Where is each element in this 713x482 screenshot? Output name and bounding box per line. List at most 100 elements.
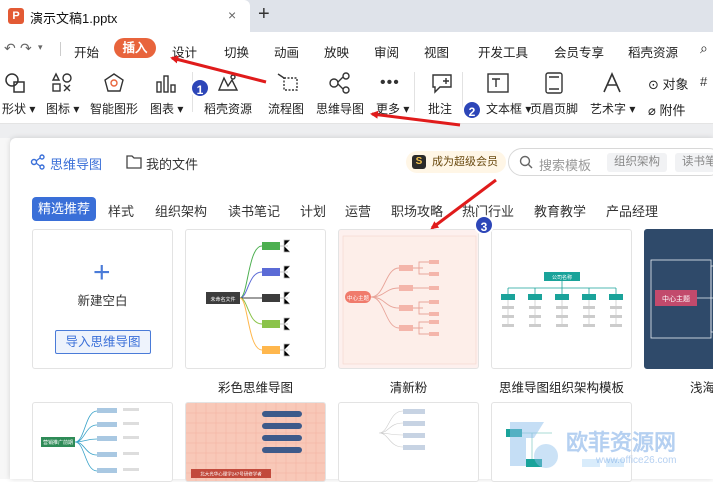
redo-icon[interactable]: ↷: [20, 40, 32, 57]
toolbar-item-chart[interactable]: 图表 ▾: [150, 100, 183, 117]
tab-design[interactable]: 设计: [172, 42, 197, 61]
category-plan[interactable]: 计划: [300, 201, 326, 220]
undo-icon[interactable]: ↶: [4, 40, 16, 57]
shapes-icon[interactable]: [4, 72, 28, 94]
folder-icon: [126, 155, 142, 169]
search-icon[interactable]: ⌕: [700, 40, 708, 57]
category-workplace[interactable]: 职场攻略: [391, 201, 443, 220]
category-featured[interactable]: 精选推荐: [32, 197, 97, 221]
import-mind-map-button[interactable]: 导入思维导图: [55, 330, 151, 354]
flowchart-icon[interactable]: [276, 72, 300, 94]
become-super-member-button[interactable]: S 成为超级会员: [406, 151, 506, 173]
nav-mind-map[interactable]: 思维导图: [50, 154, 102, 173]
toolbar-item-attachment[interactable]: ⌀ 附件: [648, 100, 685, 119]
thumb-center-text: 未命名文件: [210, 296, 235, 303]
template-card-fresh-pink[interactable]: 中心主题: [338, 229, 479, 369]
toolbar-item-header-footer[interactable]: 页眉页脚: [530, 100, 578, 117]
watermark-logo-icon: [510, 422, 558, 468]
tab-developer[interactable]: 开发工具: [478, 42, 528, 61]
tab-view[interactable]: 视图: [424, 42, 449, 61]
step-callout-2: 2: [462, 100, 482, 120]
header-footer-icon[interactable]: [542, 72, 566, 94]
toolbar-item-text-box[interactable]: 文本框 ▾: [486, 100, 531, 117]
new-blank-card[interactable]: + 新建空白 导入思维导图: [32, 229, 173, 369]
template-name: 思维导图组织架构模板: [498, 381, 624, 395]
search-suggestion-chip[interactable]: 读书笔记: [675, 153, 713, 172]
category-style[interactable]: 样式: [108, 201, 134, 220]
toolbar-item-word-art[interactable]: 艺术字 ▾: [590, 100, 635, 117]
close-tab-icon[interactable]: ×: [228, 7, 236, 23]
search-input[interactable]: 搜索模板: [539, 155, 591, 174]
toolbar-item-comment[interactable]: 批注: [428, 100, 452, 117]
template-name: 清新粉: [389, 381, 428, 395]
mind-map-icon[interactable]: [328, 72, 352, 94]
template-thumbnail: 未命名文件: [206, 239, 290, 357]
category-product-manager[interactable]: 产品经理: [606, 201, 658, 220]
category-education[interactable]: 教育教学: [534, 201, 586, 220]
toolbar-label: 更多: [376, 102, 401, 116]
insert-toolbar: 形状 ▾ 图标 ▾ 智能图形 图表 ▾ 稻壳资源 流程图 思维导图 ••• 更多…: [0, 64, 713, 124]
tab-home[interactable]: 开始: [74, 42, 99, 61]
toolbar-item-shapes[interactable]: 形状 ▾: [2, 100, 35, 117]
window-tab-bar: P 演示文稿1.pptx × +: [0, 0, 713, 32]
tab-transition[interactable]: 切换: [224, 42, 249, 61]
toolbar-label: 对象: [662, 77, 689, 92]
search-suggestion-chip[interactable]: 组织架构: [607, 153, 667, 172]
tab-animation[interactable]: 动画: [274, 42, 299, 61]
template-card-colorful[interactable]: 未命名文件: [185, 229, 326, 369]
toolbar-item-smart-graphic[interactable]: 智能图形: [90, 100, 138, 117]
word-art-icon[interactable]: [600, 72, 624, 94]
thumb-center-text: 中心主题: [347, 294, 370, 302]
toolbar-item-flowchart[interactable]: 流程图: [268, 100, 304, 117]
template-search-box[interactable]: 搜索模板 组织架构 读书笔记: [508, 148, 713, 176]
chart-icon[interactable]: [154, 72, 178, 94]
attachment-icon: ⌀: [648, 103, 656, 118]
chevron-down-icon[interactable]: ▾: [38, 42, 43, 53]
template-card-org-chart[interactable]: 公司名称: [491, 229, 632, 369]
category-reading-notes[interactable]: 读书笔记: [228, 201, 280, 220]
template-thumbnail: [378, 409, 425, 450]
watermark-url: www.office26.com: [596, 455, 677, 466]
toolbar-label: 形状: [2, 102, 27, 116]
text-box-icon[interactable]: [486, 72, 510, 94]
vip-label: 成为超级会员: [432, 156, 498, 168]
slide-thumbnail-strip: [0, 138, 10, 479]
category-org-chart[interactable]: 组织架构: [155, 201, 207, 220]
search-icon: [519, 155, 533, 169]
template-thumbnail: 中心主题: [342, 235, 477, 365]
smart-graphic-icon[interactable]: [102, 72, 126, 94]
plus-icon: +: [93, 256, 111, 289]
template-card-shallow-sea[interactable]: 中心主题: [644, 229, 713, 369]
toolbar-label: 附件: [659, 103, 686, 118]
docer-resources-icon[interactable]: [216, 72, 240, 94]
toolbar-item-more[interactable]: 更多 ▾: [376, 100, 409, 117]
template-card[interactable]: 北大光华心理学247号研修学者: [185, 402, 326, 482]
toolbar-item-docer-resources[interactable]: 稻壳资源: [204, 100, 252, 117]
step-callout-1: 1: [190, 78, 210, 98]
template-card[interactable]: 营销推广前期: [32, 402, 173, 482]
presentation-file-icon: P: [8, 8, 24, 24]
divider: [60, 42, 61, 56]
tab-slideshow[interactable]: 放映: [324, 42, 349, 61]
document-tab[interactable]: P 演示文稿1.pptx ×: [0, 0, 250, 32]
more-object-icon[interactable]: #: [700, 74, 707, 89]
template-card[interactable]: [338, 402, 479, 482]
tab-insert[interactable]: 插入: [114, 38, 156, 58]
toolbar-item-object[interactable]: ⊙ 对象: [648, 74, 689, 93]
category-operations[interactable]: 运营: [345, 201, 371, 220]
comment-icon[interactable]: [430, 72, 454, 94]
nav-my-files[interactable]: 我的文件: [146, 154, 198, 173]
more-icon[interactable]: •••: [380, 74, 400, 92]
thumb-center-text: 北大光华心理学247号研修学者: [200, 471, 262, 478]
toolbar-item-mind-map[interactable]: 思维导图: [316, 100, 364, 117]
divider: [414, 72, 415, 112]
tab-review[interactable]: 审阅: [374, 42, 399, 61]
ribbon-tab-row: ↶ ↷ ▾ 开始 插入 设计 切换 动画 放映 审阅 视图 开发工具 会员专享 …: [0, 32, 713, 64]
tab-member[interactable]: 会员专享: [554, 42, 604, 61]
toolbar-item-icons[interactable]: 图标 ▾: [46, 100, 79, 117]
tab-docer-resources[interactable]: 稻壳资源: [628, 42, 678, 61]
toolbar-label: 图标: [46, 102, 71, 116]
new-tab-button[interactable]: +: [258, 3, 270, 26]
icons-icon[interactable]: [50, 72, 74, 94]
template-name: 浅海: [690, 381, 713, 395]
